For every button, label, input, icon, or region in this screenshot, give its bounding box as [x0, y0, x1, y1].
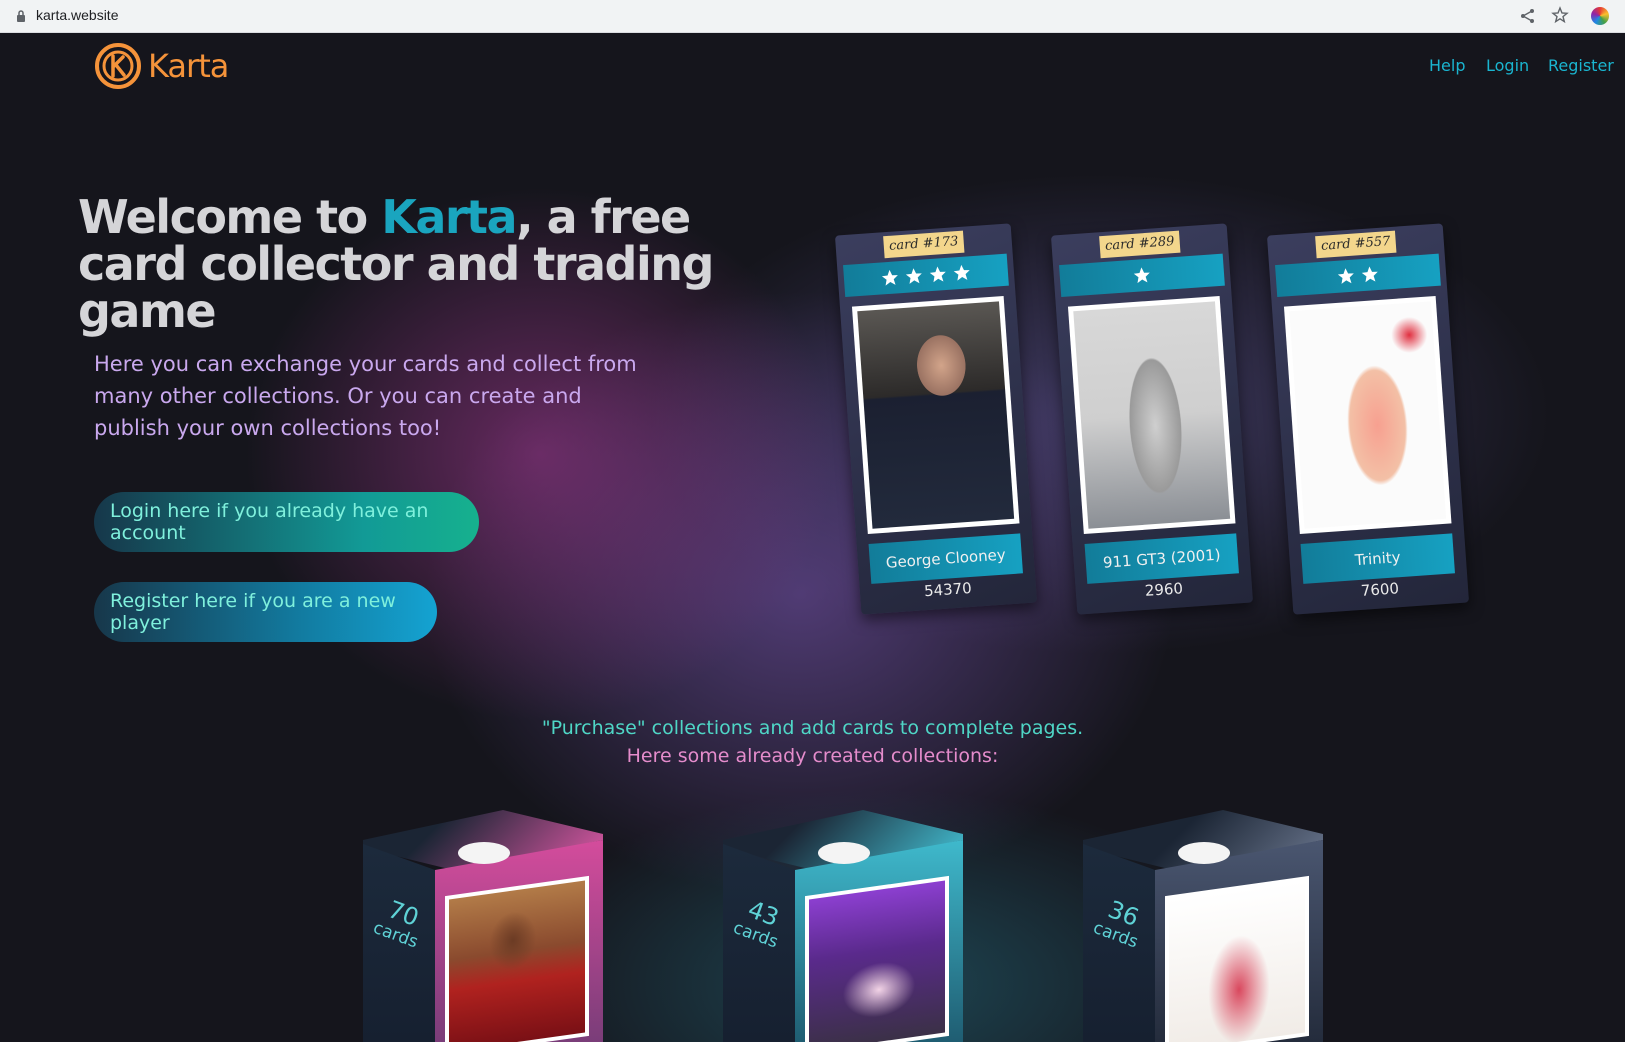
url-bar[interactable]: karta.website: [36, 7, 118, 23]
register-cta-button[interactable]: Register here if you are a new player: [94, 582, 437, 642]
card-photo: [851, 295, 1020, 535]
hero-title-accent: Karta: [381, 190, 517, 244]
star-icon: [1361, 266, 1378, 283]
share-icon[interactable]: [1519, 7, 1537, 25]
hero-title-start: Welcome to: [78, 190, 382, 244]
collection-emblem-icon: [818, 842, 870, 864]
collection-cover: [445, 875, 589, 1042]
star-icon: [1337, 268, 1354, 284]
login-cta-button[interactable]: Login here if you already have an accoun…: [94, 492, 479, 552]
card-number: card #173: [883, 230, 965, 259]
card-rating: [843, 253, 1009, 298]
star-icon: [905, 268, 922, 284]
collection-emblem-icon: [1178, 842, 1230, 864]
card[interactable]: card #173 George Clooney 54370: [834, 223, 1038, 615]
card-rating: [1059, 253, 1225, 298]
card[interactable]: card #289 911 GT3 (2001) 2960: [1050, 223, 1254, 615]
nav-help-link[interactable]: Help: [1429, 56, 1465, 75]
collection-box[interactable]: 36 cards: [1083, 810, 1323, 1042]
collection-cover: [1165, 875, 1309, 1042]
star-icon: [881, 269, 898, 286]
card-rating: [1275, 253, 1441, 298]
logo[interactable]: Karta: [94, 42, 229, 90]
card-photo: [1067, 295, 1236, 535]
promo-line-1: "Purchase" collections and add cards to …: [541, 717, 1084, 739]
browser-toolbar: karta.website: [0, 0, 1625, 33]
page: Karta Help Login Register Welcome to Kar…: [0, 34, 1625, 1042]
card[interactable]: card #557 Trinity 7600: [1266, 223, 1470, 615]
karta-logo-icon: [95, 43, 141, 89]
extension-icon[interactable]: [1591, 7, 1609, 25]
star-icon: [929, 266, 946, 283]
nav-register-link[interactable]: Register: [1548, 56, 1614, 75]
collection-emblem-icon: [458, 842, 510, 864]
card-number: card #557: [1315, 230, 1397, 259]
star-icon: [953, 264, 970, 281]
nav-login-link[interactable]: Login: [1486, 56, 1529, 75]
star-icon: [1133, 267, 1150, 284]
promo-line-2: Here some already created collections:: [626, 745, 999, 767]
hero-title: Welcome to Karta, a free card collector …: [78, 194, 718, 335]
collection-box[interactable]: 43 cards: [723, 810, 963, 1042]
card-photo: [1283, 295, 1452, 535]
logo-text: Karta: [148, 47, 229, 85]
lock-icon: [17, 10, 25, 22]
card-number: card #289: [1099, 230, 1181, 259]
bookmark-star-icon[interactable]: [1551, 6, 1569, 24]
hero-description: Here you can exchange your cards and col…: [94, 352, 637, 440]
collection-box[interactable]: 70 cards: [363, 810, 603, 1042]
collection-cover: [805, 875, 949, 1042]
